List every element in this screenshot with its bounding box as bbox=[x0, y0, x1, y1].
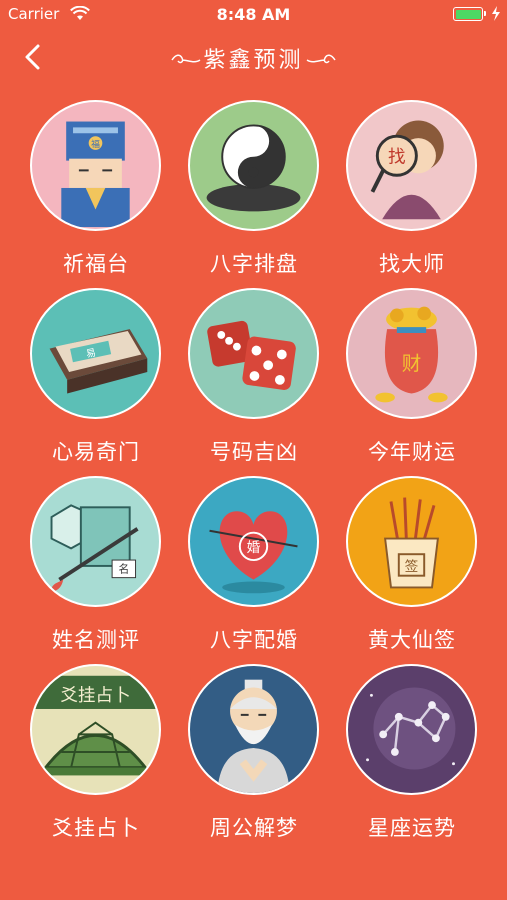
qifutai-tile[interactable]: 福 bbox=[30, 100, 161, 231]
svg-text:名: 名 bbox=[118, 563, 129, 576]
battery-icon bbox=[453, 7, 486, 21]
svg-text:福: 福 bbox=[91, 138, 100, 150]
grid-item-qifutai[interactable]: 福 祈福台 bbox=[16, 100, 176, 285]
constellation-icon bbox=[366, 687, 456, 770]
heart-icon: 婚 bbox=[209, 511, 298, 594]
huangdaxian-qian-label: 黄大仙签 bbox=[368, 628, 456, 652]
svg-text:找: 找 bbox=[388, 148, 406, 168]
jinnian-caiyun-tile[interactable]: 财 bbox=[346, 288, 477, 419]
svg-text:签: 签 bbox=[405, 558, 419, 575]
bazi-peihun-label: 八字配婚 bbox=[210, 628, 298, 652]
svg-text:婚: 婚 bbox=[247, 540, 261, 556]
status-bar: Carrier 8:48 AM bbox=[0, 0, 507, 30]
fortune-sticks-icon: 签 bbox=[384, 497, 439, 589]
jinnian-caiyun-label: 今年财运 bbox=[368, 440, 456, 464]
magnifier-icon: 找 bbox=[370, 120, 444, 220]
turtle-shell-icon: 爻挂占卜 bbox=[32, 675, 159, 776]
dice-icon bbox=[207, 320, 296, 390]
svg-text:爻挂占卜: 爻挂占卜 bbox=[60, 686, 130, 706]
xinyi-qimen-tile[interactable]: 易 bbox=[30, 288, 161, 419]
zhougong-jiemeng-tile[interactable] bbox=[188, 664, 319, 795]
svg-text:财: 财 bbox=[402, 352, 422, 375]
xingzuo-yunshi-label: 星座运势 bbox=[368, 816, 456, 840]
haoma-jixiong-tile[interactable] bbox=[188, 288, 319, 419]
yin-yang-icon bbox=[206, 124, 301, 212]
xinyi-qimen-label: 心易奇门 bbox=[52, 440, 140, 464]
qifutai-label: 祈福台 bbox=[63, 252, 129, 276]
grid-item-zhougong-jiemeng[interactable]: 周公解梦 bbox=[174, 664, 334, 849]
grid-item-zhao-dashi[interactable]: 找 找大师 bbox=[332, 100, 492, 285]
grid-item-huangdaxian-qian[interactable]: 签 黄大仙签 bbox=[332, 476, 492, 661]
huangdaxian-qian-tile[interactable]: 签 bbox=[346, 476, 477, 607]
brush-scroll-icon: 名 bbox=[50, 504, 139, 592]
yaogua-zhanbu-label: 爻挂占卜 bbox=[52, 816, 140, 840]
bazi-paipan-tile[interactable] bbox=[188, 100, 319, 231]
page-title: 紫鑫预测 bbox=[203, 48, 304, 73]
bazi-peihun-tile[interactable]: 婚 bbox=[188, 476, 319, 607]
clock: 8:48 AM bbox=[216, 5, 291, 24]
sage-icon bbox=[217, 679, 290, 793]
right-swirl-ornament bbox=[306, 54, 336, 64]
charging-icon bbox=[492, 6, 500, 21]
grid-item-xingzuo-yunshi[interactable]: 星座运势 bbox=[332, 664, 492, 849]
deity-icon: 福 bbox=[61, 121, 130, 228]
money-bag-icon: 财 bbox=[375, 306, 448, 403]
book-box-icon: 易 bbox=[49, 329, 148, 394]
zhao-dashi-tile[interactable]: 找 bbox=[346, 100, 477, 231]
grid-item-bazi-peihun[interactable]: 婚 八字配婚 bbox=[174, 476, 334, 661]
grid-item-yaogua-zhanbu[interactable]: 爻挂占卜 爻挂占卜 bbox=[16, 664, 176, 849]
xingming-ceping-tile[interactable]: 名 bbox=[30, 476, 161, 607]
grid-item-xinyi-qimen[interactable]: 易 心易奇门 bbox=[16, 288, 176, 473]
yaogua-zhanbu-tile[interactable]: 爻挂占卜 bbox=[30, 664, 161, 795]
navigation-bar: 紫鑫预测 bbox=[0, 32, 507, 82]
xingzuo-yunshi-tile[interactable] bbox=[346, 664, 477, 795]
xingming-ceping-label: 姓名测评 bbox=[52, 628, 140, 652]
zhougong-jiemeng-label: 周公解梦 bbox=[210, 816, 298, 840]
grid-item-jinnian-caiyun[interactable]: 财 今年财运 bbox=[332, 288, 492, 473]
bazi-paipan-label: 八字排盘 bbox=[210, 252, 298, 276]
haoma-jixiong-label: 号码吉凶 bbox=[210, 440, 298, 464]
grid-item-xingming-ceping[interactable]: 名 姓名测评 bbox=[16, 476, 176, 661]
grid-item-haoma-jixiong[interactable]: 号码吉凶 bbox=[174, 288, 334, 473]
grid-item-bazi-paipan[interactable]: 八字排盘 bbox=[174, 100, 334, 285]
zhao-dashi-label: 找大师 bbox=[379, 252, 445, 276]
